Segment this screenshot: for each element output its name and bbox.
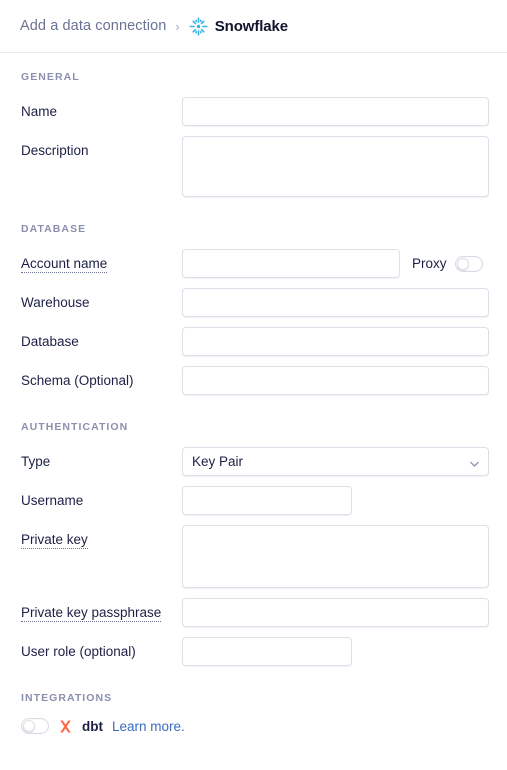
section-heading-database: DATABASE [21, 223, 87, 235]
label-private-key: Private key [21, 532, 88, 549]
dbt-icon [58, 719, 73, 734]
breadcrumb-root-link[interactable]: Add a data connection [20, 18, 166, 34]
label-name: Name [21, 104, 58, 119]
label-schema: Schema (Optional) [21, 373, 134, 388]
label-description: Description [21, 143, 89, 158]
label-private-key-passphrase: Private key passphrase [21, 605, 162, 622]
section-heading-authentication: AUTHENTICATION [21, 421, 129, 433]
field-row-type: Type Key Pair [18, 447, 489, 476]
warehouse-input[interactable] [182, 288, 489, 317]
breadcrumb-current: Snowflake [189, 16, 289, 36]
private-key-textarea[interactable] [182, 525, 489, 588]
connection-form: GENERAL Name Description DATABASE Accoun… [0, 53, 507, 734]
label-type: Type [21, 454, 51, 469]
dbt-label: dbt [82, 718, 103, 734]
field-row-username: Username [18, 486, 489, 515]
account-name-input[interactable] [182, 249, 400, 278]
section-heading-general: GENERAL [21, 71, 80, 83]
database-input[interactable] [182, 327, 489, 356]
field-row-account-name: Account name Proxy [18, 249, 489, 278]
dbt-toggle-knob [23, 720, 35, 732]
proxy-toggle-knob [456, 257, 469, 270]
field-row-schema: Schema (Optional) [18, 366, 489, 395]
breadcrumb-separator-icon: › [175, 18, 180, 34]
label-database: Database [21, 334, 79, 349]
username-input[interactable] [182, 486, 352, 515]
page-title: Snowflake [214, 17, 289, 35]
schema-input[interactable] [182, 366, 489, 395]
label-proxy: Proxy [412, 256, 447, 271]
field-row-database: Database [18, 327, 489, 356]
snowflake-icon [189, 16, 208, 36]
field-row-user-role: User role (optional) [18, 637, 489, 666]
dbt-learn-more-link[interactable]: Learn more. [112, 719, 185, 734]
name-input[interactable] [182, 97, 489, 126]
section-heading-integrations: INTEGRATIONS [21, 692, 113, 704]
label-username: Username [21, 493, 84, 508]
dbt-toggle[interactable] [21, 718, 49, 734]
field-row-name: Name [18, 97, 489, 126]
field-row-warehouse: Warehouse [18, 288, 489, 317]
integration-row-dbt: dbt Learn more. [18, 718, 489, 734]
label-account-name: Account name [21, 256, 108, 273]
breadcrumb-header: Add a data connection › Snowflake [0, 0, 507, 53]
proxy-toggle-group: Proxy [412, 255, 483, 272]
proxy-toggle[interactable] [454, 255, 483, 272]
field-row-private-key-passphrase: Private key passphrase [18, 598, 489, 627]
label-warehouse: Warehouse [21, 295, 90, 310]
field-row-description: Description [18, 136, 489, 197]
label-user-role: User role (optional) [21, 644, 136, 659]
private-key-passphrase-input[interactable] [182, 598, 489, 627]
user-role-input[interactable] [182, 637, 352, 666]
description-textarea[interactable] [182, 136, 489, 197]
auth-type-select[interactable]: Key Pair [182, 447, 489, 476]
field-row-private-key: Private key [18, 525, 489, 588]
